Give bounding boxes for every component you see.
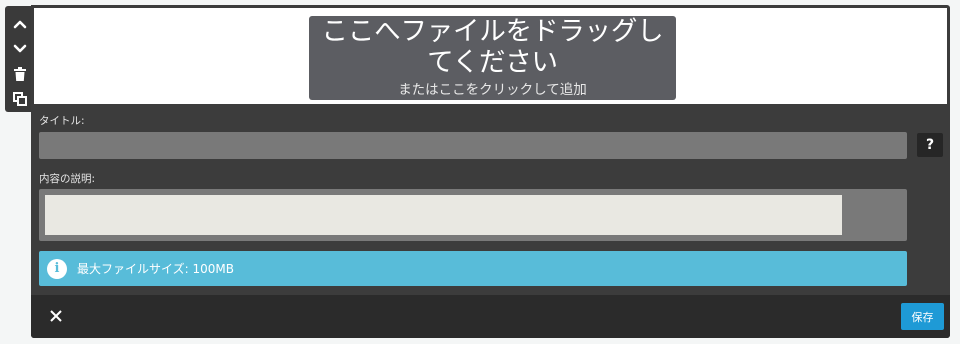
move-up-button[interactable] [9, 11, 31, 36]
help-button[interactable]: ? [917, 133, 943, 157]
chevron-up-icon [13, 20, 27, 28]
close-icon [50, 310, 62, 322]
dropzone-box[interactable]: ここへファイルをドラッグしてください またはここをクリックして追加 [309, 16, 676, 100]
trash-icon [14, 66, 26, 81]
delete-button[interactable] [9, 61, 31, 86]
chevron-down-icon [13, 44, 27, 52]
info-banner: i 最大ファイルサイズ: 100MB [39, 251, 907, 286]
max-file-size-text: 最大ファイルサイズ: 100MB [77, 262, 234, 276]
description-field [39, 189, 907, 241]
title-label: タイトル: [39, 115, 85, 127]
info-icon: i [47, 258, 67, 279]
dropzone-title: ここへファイルをドラッグしてください [321, 16, 664, 78]
dropzone-subtitle: またはここをクリックして追加 [398, 82, 587, 98]
duplicate-icon [13, 91, 27, 106]
duplicate-button[interactable] [9, 86, 31, 111]
close-button[interactable] [47, 307, 65, 325]
save-button[interactable]: 保存 [901, 303, 944, 330]
upload-panel: ここへファイルをドラッグしてください またはここをクリックして追加 タイトル: … [31, 5, 950, 338]
move-down-button[interactable] [9, 36, 31, 61]
panel-footer: 保存 [31, 295, 950, 338]
title-input[interactable] [39, 132, 907, 159]
dropzone[interactable]: ここへファイルをドラッグしてください またはここをクリックして追加 [34, 8, 947, 104]
description-input[interactable] [45, 195, 842, 235]
description-label: 内容の説明: [39, 173, 96, 185]
